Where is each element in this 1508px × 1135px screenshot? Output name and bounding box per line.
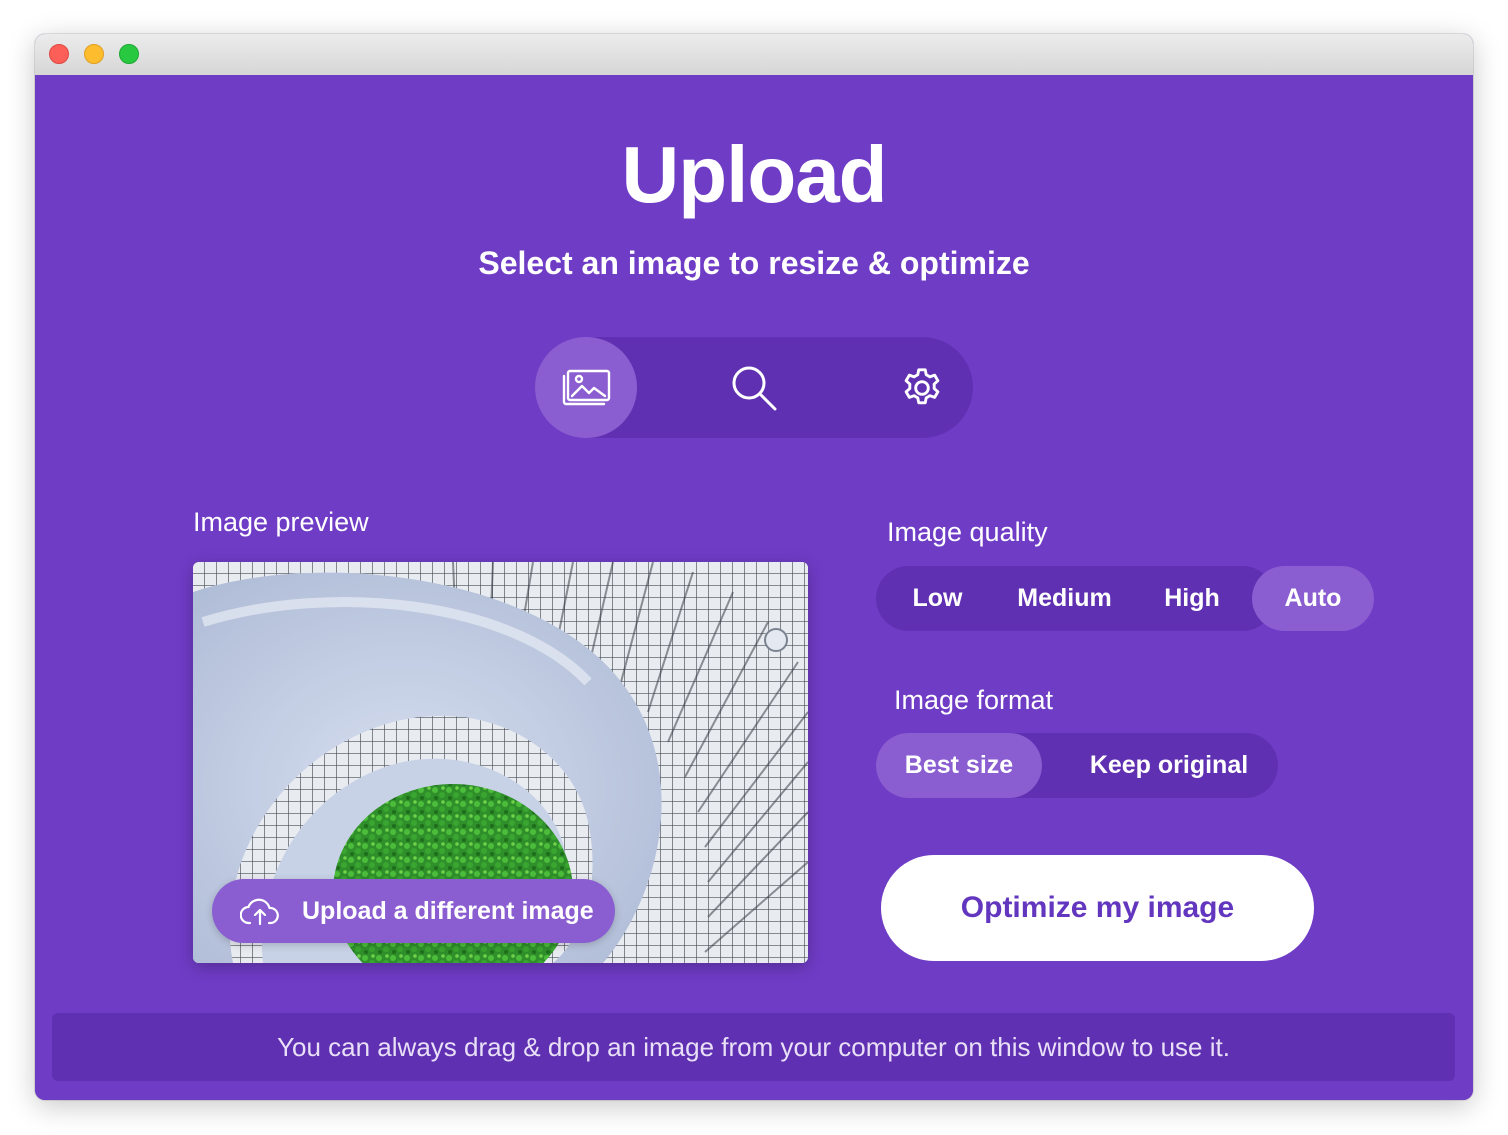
- quality-label: Image quality: [887, 517, 1048, 547]
- page-title: Upload: [621, 130, 887, 219]
- search-icon: [732, 366, 777, 410]
- quality-selector: Low Medium High Auto: [876, 566, 1374, 631]
- format-selector: Best size Keep original: [876, 733, 1278, 798]
- mode-tabs: [535, 337, 973, 438]
- gear-icon: [904, 367, 940, 404]
- quality-option-high[interactable]: High: [1141, 566, 1243, 631]
- drag-drop-hint: You can always drag & drop an image from…: [52, 1013, 1455, 1081]
- upload-different-image-button[interactable]: Upload a different image: [212, 879, 615, 943]
- tab-image[interactable]: [535, 337, 637, 438]
- app-window: Upload Select an image to resize & optim…: [35, 34, 1473, 1100]
- quality-option-low[interactable]: Low: [890, 566, 985, 631]
- page-subtitle: Select an image to resize & optimize: [478, 245, 1030, 281]
- format-option-best-size[interactable]: Best size: [876, 733, 1042, 798]
- upload-button-label: Upload a different image: [302, 896, 594, 925]
- quality-option-medium[interactable]: Medium: [997, 566, 1132, 631]
- optimize-button[interactable]: Optimize my image: [881, 855, 1314, 961]
- format-label: Image format: [894, 685, 1054, 715]
- cloud-upload-icon: [240, 898, 279, 926]
- image-gallery-icon: [562, 369, 611, 405]
- preview-label: Image preview: [193, 507, 369, 537]
- format-option-keep-original[interactable]: Keep original: [1064, 733, 1274, 798]
- main-content: Upload Select an image to resize & optim…: [35, 75, 1473, 1100]
- zoom-window-button[interactable]: [119, 44, 139, 64]
- tab-search[interactable]: [703, 337, 805, 438]
- image-preview: Upload a different image: [193, 562, 808, 963]
- minimize-window-button[interactable]: [84, 44, 104, 64]
- quality-option-auto[interactable]: Auto: [1252, 566, 1374, 631]
- tab-settings[interactable]: [871, 337, 973, 438]
- title-bar: [35, 34, 1473, 76]
- close-window-button[interactable]: [49, 44, 69, 64]
